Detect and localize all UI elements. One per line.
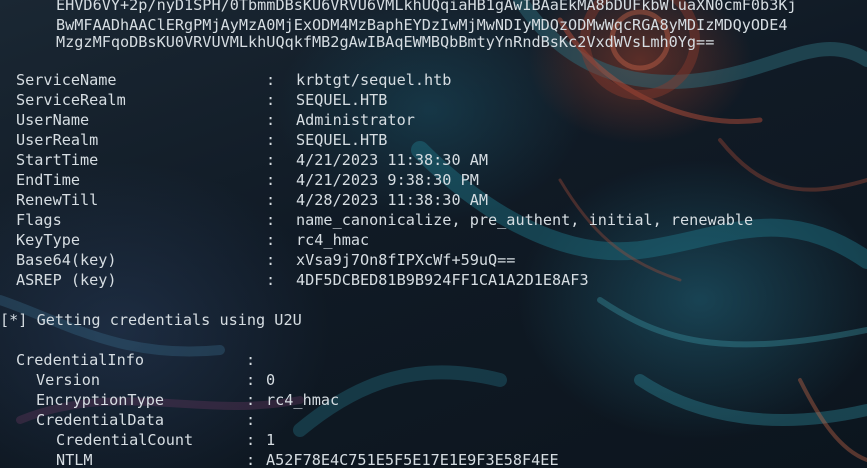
terminal-output[interactable]: EHVD6VY+2p/nyD1SPH/0TbmmDBsKU6VRVU6VMLkh…	[0, 0, 867, 468]
field-separator: :	[246, 451, 256, 468]
field-key: EndTime	[16, 171, 81, 189]
field-separator: :	[266, 251, 276, 269]
field-value: 4/21/2023 11:38:30 AM	[296, 151, 489, 169]
field-value: 0	[266, 371, 276, 389]
field-separator: :	[266, 71, 276, 89]
ticket-blob-line: MzgzMFqoDBsKU0VRVUVMLkhUQqkfMB2gAwIBAqEW…	[56, 33, 715, 51]
field-separator: :	[266, 91, 276, 109]
field-value: name_canonicalize, pre_authent, initial,…	[296, 211, 754, 229]
field-key: Flags	[16, 211, 62, 229]
field-separator: :	[246, 431, 256, 449]
field-value: 1	[266, 431, 276, 449]
field-value: rc4_hmac	[266, 391, 340, 409]
field-key: EncryptionType	[36, 391, 165, 409]
field-value: Administrator	[296, 111, 415, 129]
status-message: [*] Getting credentials using U2U	[0, 311, 302, 329]
field-key: UserRealm	[16, 131, 99, 149]
field-separator: :	[266, 171, 276, 189]
terminal-window[interactable]: EHVD6VY+2p/nyD1SPH/0TbmmDBsKU6VRVU6VMLkh…	[0, 0, 867, 468]
ticket-blob-line: EHVD6VY+2p/nyD1SPH/0TbmmDBsKU6VRVU6VMLkh…	[56, 0, 797, 14]
field-key: CredentialInfo	[16, 351, 145, 369]
field-key: CredentialCount	[56, 431, 194, 449]
field-separator: :	[266, 231, 276, 249]
field-key: ServiceName	[16, 71, 117, 89]
field-key: KeyType	[16, 231, 81, 249]
field-separator: :	[266, 211, 276, 229]
field-separator: :	[246, 391, 256, 409]
field-key: NTLM	[56, 451, 93, 468]
field-separator: :	[246, 351, 256, 369]
field-key: UserName	[16, 111, 90, 129]
field-separator: :	[266, 271, 276, 289]
field-separator: :	[266, 131, 276, 149]
field-value: A52F78E4C751E5F5E17E1E9F3E58F4EE	[266, 451, 559, 468]
field-separator: :	[246, 411, 256, 429]
field-key: Base64(key)	[16, 251, 117, 269]
field-key: RenewTill	[16, 191, 99, 209]
field-value: SEQUEL.HTB	[296, 131, 388, 149]
field-value: 4DF5DCBED81B9B924FF1CA1A2D1E8AF3	[296, 271, 589, 289]
field-value: rc4_hmac	[296, 231, 370, 249]
field-key: ServiceRealm	[16, 91, 126, 109]
field-key: CredentialData	[36, 411, 165, 429]
field-value: krbtgt/sequel.htb	[296, 71, 452, 89]
field-key: Version	[36, 371, 101, 389]
field-separator: :	[266, 191, 276, 209]
field-separator: :	[246, 371, 256, 389]
field-separator: :	[266, 151, 276, 169]
field-key: StartTime	[16, 151, 99, 169]
field-key: ASREP (key)	[16, 271, 117, 289]
field-separator: :	[266, 111, 276, 129]
field-value: SEQUEL.HTB	[296, 91, 388, 109]
field-value: 4/21/2023 9:38:30 PM	[296, 171, 479, 189]
field-value: xVsa9j7On8fIPXcWf+59uQ==	[296, 251, 516, 269]
field-value: 4/28/2023 11:38:30 AM	[296, 191, 489, 209]
